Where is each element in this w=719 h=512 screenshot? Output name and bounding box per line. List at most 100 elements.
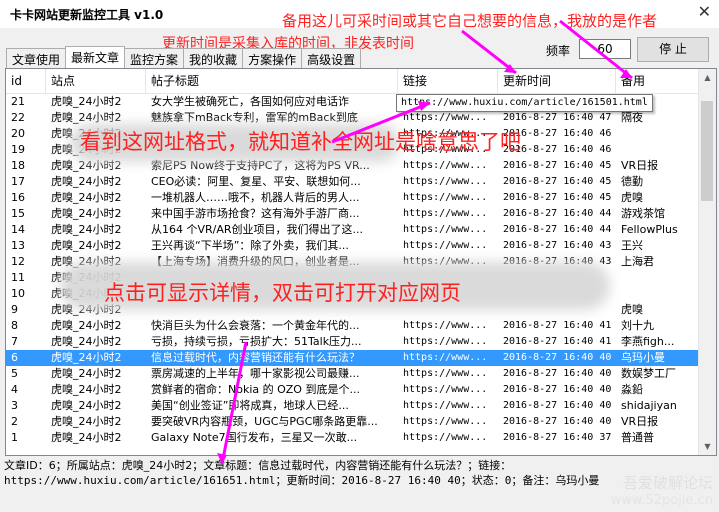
row-note-cell: shidajiyan [621,399,677,412]
tab-latest-articles[interactable]: 最新文章 [65,46,126,68]
row-title-cell: 美国“创业签证”即将成真，地球人已经... [151,399,349,412]
row-time-cell: 2016-8-27 16:40 44 [503,224,612,235]
row-id-cell: 11 [11,271,25,284]
row-id-cell: 10 [11,287,25,300]
row-id-cell: 19 [11,143,25,156]
row-note-cell: 李燕figh... [621,335,675,348]
column-header-update-time[interactable]: 更新时间 [498,69,616,93]
row-title-cell: 快消巨头为什么会衰落：一个黄金年代的... [151,319,360,332]
tab-monitor-plans[interactable]: 监控方案 [124,48,185,68]
row-site-cell: 虎嗅_24小时2 [51,335,122,348]
row-id-cell: 8 [11,319,18,332]
row-time-cell: 2016-8-27 16:40 47 [503,112,612,123]
table-row[interactable]: 7 虎嗅_24小时2 亏损，持续亏损，亏损扩大：51Talk压力... https:/… [6,334,706,350]
row-id-cell: 7 [11,335,18,348]
row-note-cell: 游戏茶馆 [621,207,665,220]
column-header-site[interactable]: 站点 [46,69,146,93]
row-note-cell: 普通普 [621,431,654,444]
watermark-title: 吾爱破解论坛 [622,474,713,492]
table-row[interactable]: 5 虎嗅_24小时2 票房减速的上半年，哪十家影视公司最赚... https://ww… [6,366,706,382]
table-row[interactable]: 15 虎嗅_24小时2 来中国手游市场抢食？这有海外手游厂商... https://w… [6,206,706,222]
row-title-cell: 从164 个VR/AR创业项目，我们得出了这... [151,223,364,236]
row-note-cell: 乌玛小曼 [621,351,665,364]
watermark-url: www.52pojie.cn [610,493,713,508]
detail-panel: 文章ID：6；所属站点：虎嗅_24小时2；文章标题：信息过载时代，内容营销还能有… [4,458,716,488]
row-time-cell: 2016-8-27 16:40 40 [503,416,612,427]
column-header-id[interactable]: id [6,69,46,93]
row-id-cell: 4 [11,383,18,396]
row-title-cell: 一堆机器人……哦不，机器人背后的男人... [151,191,360,204]
row-title-cell: 票房减速的上半年，哪十家影视公司最赚... [151,367,360,380]
row-id-cell: 9 [11,303,18,316]
row-note-cell: VR日报 [621,415,659,428]
column-header-title[interactable]: 帖子标题 [146,69,398,93]
tab-advanced-settings[interactable]: 高级设置 [301,48,362,68]
row-id-cell: 12 [11,255,25,268]
row-site-cell: 虎嗅_24小时2 [51,431,122,444]
scroll-thumb[interactable] [701,101,713,201]
row-id-cell: 6 [11,351,18,364]
stop-button[interactable]: 停 止 [637,37,709,62]
scroll-up-icon[interactable]: ▲ [699,69,716,86]
table-row[interactable]: 17 虎嗅_24小时2 CEO必读：阿里、复星、平安、联想如何... https://… [6,174,706,190]
table-row-selected[interactable]: 6 虎嗅_24小时2 信息过载时代，内容营销还能有什么玩法？ https://www.… [6,350,706,366]
row-note-cell: 淼鉛 [621,383,643,396]
tab-favorites[interactable]: 我的收藏 [183,48,244,68]
table-row[interactable]: 8 虎嗅_24小时2 快消巨头为什么会衰落：一个黄金年代的... https://ww… [6,318,706,334]
row-link-cell: https://www... [403,384,488,395]
row-title-cell: 亏损，持续亏损，亏损扩大：51Talk压力... [151,335,362,348]
row-time-cell: 2016-8-27 16:40 45 [503,160,612,171]
row-time-cell: 2016-8-27 16:40 40 [503,352,612,363]
annotation-note-field: 备用这儿可采时间或其它自己想要的信息，我放的是作者 [282,12,658,30]
row-title-cell: 王兴再谈“下半场”：除了外卖，我们其... [151,239,349,252]
row-note-cell [616,270,706,286]
window-title: 卡卡网站更新监控工具 v1.0 [10,8,164,22]
vertical-scrollbar[interactable]: ▲ ▼ [698,69,716,455]
row-id-cell: 16 [11,191,25,204]
row-site-cell: 虎嗅_24小时2 [51,207,122,220]
scroll-down-icon[interactable]: ▼ [699,438,716,455]
table-row[interactable]: 4 虎嗅_24小时2 赏鲜者的宿命：Nokia 的 OZO 到底是个... https… [6,382,706,398]
frequency-label: 频率 [546,44,571,58]
table-row[interactable]: 1 虎嗅_24小时2 Galaxy Note7国行发布，三星又一次敢... https… [6,430,706,446]
row-site-cell: 虎嗅_24小时2 [51,95,122,108]
tab-plan-actions[interactable]: 方案操作 [242,48,303,68]
row-note-cell [616,286,706,302]
row-site-cell: 虎嗅_24小时2 [51,191,122,204]
row-note-cell: 德勤 [621,175,643,188]
close-icon[interactable]: ✕ [698,2,711,21]
row-title-cell: 来中国手游市场抢食？这有海外手游厂商... [151,207,360,220]
row-id-cell: 3 [11,399,18,412]
table-row[interactable]: 16 虎嗅_24小时2 一堆机器人……哦不，机器人背后的男人... https://w… [6,190,706,206]
row-time-cell: 2016-8-27 16:40 37 [503,432,612,443]
row-title-cell: 信息过载时代，内容营销还能有什么玩法？ [151,351,360,364]
table-row[interactable]: 3 虎嗅_24小时2 美国“创业签证”即将成真，地球人已经... https://ww… [6,398,706,414]
column-header-link[interactable]: 链接 [398,69,498,93]
column-header-note[interactable]: 备用 [616,69,706,93]
row-note-cell: 王兴 [621,239,643,252]
table-row[interactable]: 14 虎嗅_24小时2 从164 个VR/AR创业项目，我们得出了这... https… [6,222,706,238]
row-id-cell: 5 [11,367,18,380]
row-note-cell: FellowPlus [621,223,678,236]
row-time-cell: 2016-8-27 16:40 45 [503,176,612,187]
row-time-cell: 2016-8-27 16:40 43 [503,240,612,251]
detail-line-1: 文章ID：6；所属站点：虎嗅_24小时2；文章标题：信息过载时代，内容营销还能有… [4,459,512,472]
row-link-cell: https://www... [403,176,488,187]
row-title-cell: Galaxy Note7国行发布，三星又一次敢... [151,431,358,444]
row-link-cell: https://www... [403,192,488,203]
frequency-input[interactable]: 60 [579,39,631,59]
table-row[interactable]: 13 虎嗅_24小时2 王兴再谈“下半场”：除了外卖，我们其... https://w… [6,238,706,254]
tab-article-usage[interactable]: 文章使用 [6,48,67,68]
row-link-cell: https://www... [403,432,488,443]
table-row[interactable]: 2 虎嗅_24小时2 要突破VR内容瓶颈，UGC与PGC哪条路更靠... https:… [6,414,706,430]
row-link-cell: https://www... [403,416,488,427]
row-link-cell: https://www... [403,352,488,363]
annotation-url-format: 看到这网址格式，就知道补全网址是啥意思了吧 [80,130,521,154]
row-title-cell: CEO必读：阿里、复星、平安、联想如何... [151,175,361,188]
annotation-click-hint: 点击可显示详情，双击可打开对应网页 [104,281,461,305]
list-header: id 站点 帖子标题 链接 更新时间 备用 [6,69,706,94]
arrow-to-time-column [461,29,517,75]
row-id-cell: 15 [11,207,25,220]
row-note-cell: 上海君 [621,255,654,268]
row-note-cell: 数娱梦工厂 [621,367,676,380]
